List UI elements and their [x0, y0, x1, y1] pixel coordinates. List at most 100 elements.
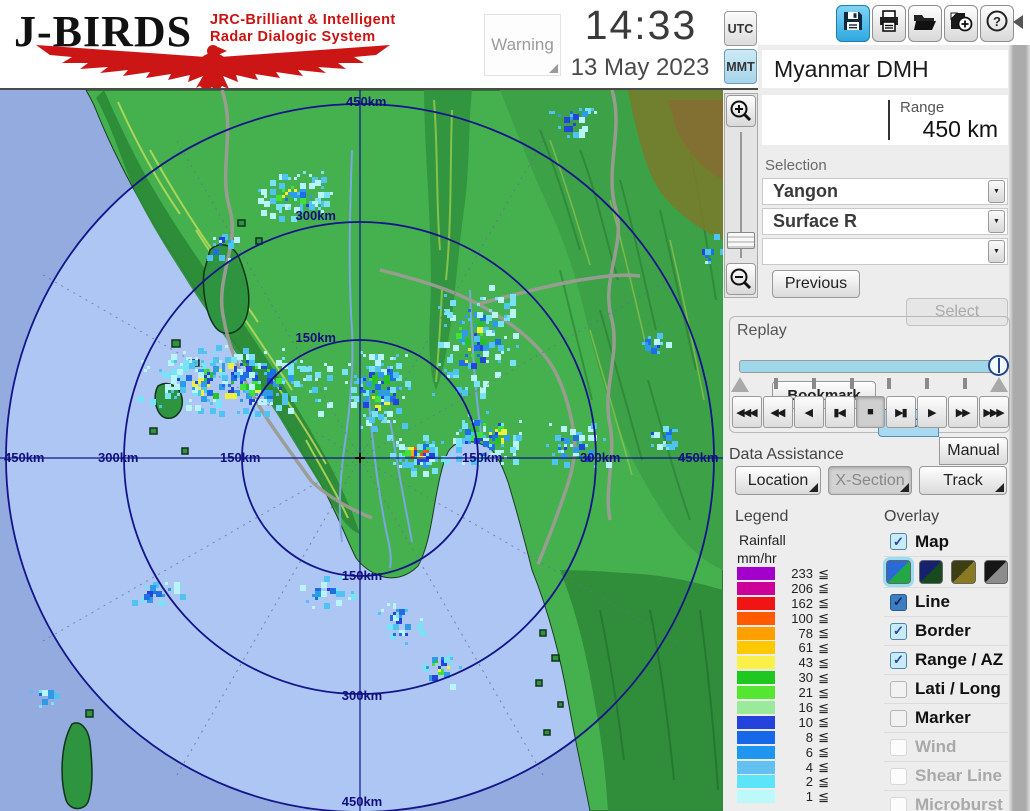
radar-map[interactable]: 450km300km150km150km300km450km450km300km… [0, 90, 723, 811]
product-dropdown-value: Surface R [763, 211, 988, 232]
overlay-item-label: Wind [915, 737, 956, 757]
chevron-down-icon[interactable]: ▼ [988, 240, 1005, 263]
legend-operator: ≦ [813, 640, 829, 656]
legend-color-swatch [737, 567, 775, 580]
legend-row: 206≦ [737, 582, 837, 595]
open-folder-icon [912, 9, 938, 38]
checkbox[interactable] [890, 710, 907, 727]
chevron-down-icon[interactable]: ▼ [988, 210, 1005, 233]
site-dropdown[interactable]: Yangon ▼ [762, 178, 1008, 205]
checkbox[interactable]: ✓ [890, 652, 907, 669]
zoom-in-icon [729, 99, 753, 123]
checkbox[interactable] [890, 768, 907, 785]
map-style-3[interactable] [951, 560, 976, 584]
slider-tick [963, 378, 967, 389]
print-button[interactable] [872, 5, 906, 42]
overlay-item-range-az[interactable]: ✓Range / AZ [884, 645, 1008, 674]
checkbox[interactable]: ✓ [890, 623, 907, 640]
slider-tick [850, 378, 854, 389]
overlay-item-label: Border [915, 621, 971, 641]
step-forward-button[interactable]: ▶▮ [886, 396, 916, 428]
location-button[interactable]: Location [735, 466, 821, 495]
overlay-item-map[interactable]: ✓Map [884, 527, 1008, 556]
utc-button[interactable]: UTC [724, 11, 757, 46]
help-button[interactable]: ? [980, 5, 1014, 42]
slider-end-marker-icon[interactable] [990, 377, 1008, 392]
legend-color-swatch [737, 701, 775, 714]
range-label: 300km [342, 688, 382, 703]
checkbox[interactable]: ✓ [890, 533, 907, 550]
station-name: Myanmar DMH [762, 56, 929, 83]
dropdown-corner-icon [809, 483, 818, 492]
save-button[interactable] [836, 5, 870, 42]
replay-slider-thumb[interactable] [988, 355, 1009, 376]
track-button[interactable]: Track [919, 466, 1007, 495]
range-info-box: Range 450 km [762, 95, 1008, 145]
legend-row: 16≦ [737, 701, 837, 714]
overlay-item-wind[interactable]: Wind [884, 732, 1008, 761]
zoom-out-button[interactable] [726, 263, 756, 295]
overlay-item-microburst[interactable]: Microburst [884, 790, 1008, 811]
step-back-button[interactable]: ▮◀ [825, 396, 855, 428]
map-style-1[interactable] [886, 560, 911, 584]
forward-button[interactable]: ▶▶ [948, 396, 978, 428]
zoom-in-button[interactable] [726, 95, 756, 127]
legend-row: 8≦ [737, 731, 837, 744]
site-dropdown-value: Yangon [763, 181, 988, 202]
fast-rewind-3-button[interactable]: ◀◀◀ [732, 396, 762, 428]
collapse-panel-arrow-icon[interactable] [1013, 15, 1023, 29]
warning-button[interactable]: Warning [484, 14, 561, 76]
legend-row: 43≦ [737, 656, 837, 669]
play-backward-button[interactable]: ◀ [794, 396, 824, 428]
checkbox[interactable] [890, 797, 907, 811]
overlay-item-shear-line[interactable]: Shear Line [884, 761, 1008, 790]
map-style-2[interactable] [919, 560, 944, 584]
replay-slider-track[interactable] [739, 360, 1007, 373]
legend-operator: ≦ [813, 789, 829, 805]
option-dropdown[interactable]: ▼ [762, 238, 1008, 265]
legend-value: 16 [775, 700, 813, 715]
rewind-button[interactable]: ◀◀ [763, 396, 793, 428]
legend-color-swatch [737, 627, 775, 640]
selection-label: Selection [765, 157, 827, 174]
play-button[interactable]: ▶ [917, 396, 947, 428]
checkbox[interactable] [890, 681, 907, 698]
legend-operator: ≦ [813, 610, 829, 626]
overlay-item-marker[interactable]: Marker [884, 703, 1008, 732]
overlay-item-line[interactable]: ✓Line [884, 587, 1008, 616]
chevron-down-icon[interactable]: ▼ [988, 180, 1005, 203]
logo-subtitle: JRC-Brilliant & Intelligent Radar Dialog… [210, 12, 396, 46]
product-dropdown[interactable]: Surface R ▼ [762, 208, 1008, 235]
legend-value: 78 [775, 626, 813, 641]
button-label: X-Section [835, 472, 904, 490]
zoom-slider-thumb[interactable] [727, 232, 755, 249]
legend-color-swatch [737, 731, 775, 744]
legend-operator: ≦ [813, 759, 829, 775]
legend-color-swatch [737, 641, 775, 654]
range-divider [888, 100, 890, 140]
legend-row: 100≦ [737, 612, 837, 625]
range-label: 450km [4, 450, 44, 465]
x-section-button[interactable]: X-Section [828, 466, 912, 495]
legend-value: 162 [775, 596, 813, 611]
add-image-icon [948, 9, 974, 38]
map-style-4[interactable] [984, 560, 1009, 584]
overlay-item-lati-long[interactable]: Lati / Long [884, 674, 1008, 703]
legend-operator: ≦ [813, 700, 829, 716]
previous-button[interactable]: Previous [772, 270, 860, 298]
window-scroll-strip[interactable] [1008, 45, 1030, 811]
map-style-swatches [884, 556, 1008, 587]
checkbox[interactable]: ✓ [890, 594, 907, 611]
manual-mode-button[interactable]: Manual [939, 437, 1008, 465]
open-folder-button[interactable] [908, 5, 942, 42]
checkbox[interactable] [890, 739, 907, 756]
toolbar: ? [836, 5, 1016, 43]
playback-controls: ◀◀◀◀◀◀▮◀■▶▮▶▶▶▶▶▶ [732, 396, 1009, 428]
stop-button[interactable]: ■ [856, 396, 886, 428]
overlay-item-border[interactable]: ✓ Border [884, 616, 1008, 645]
slider-start-marker-icon[interactable] [731, 377, 749, 392]
mmt-button[interactable]: MMT [724, 49, 757, 84]
range-label: 300km [98, 450, 138, 465]
fast-forward-3-button[interactable]: ▶▶▶ [979, 396, 1009, 428]
add-image-button[interactable] [944, 5, 978, 42]
